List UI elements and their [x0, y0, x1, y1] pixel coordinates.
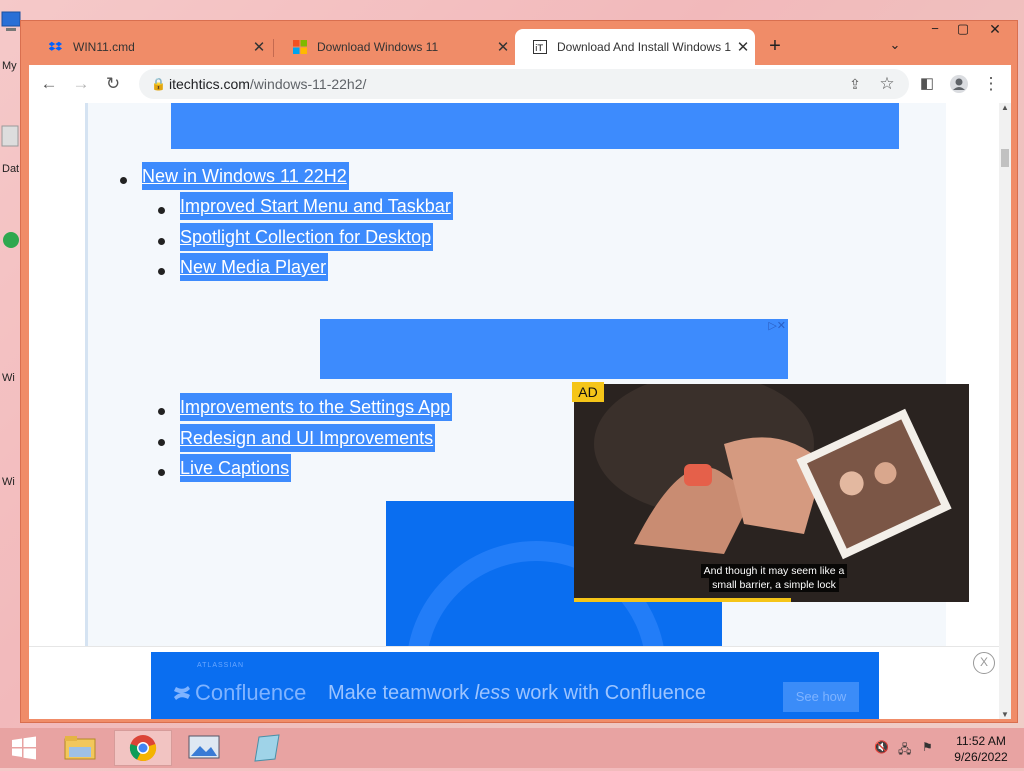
toc-link[interactable]: New in Windows 11 22H2 — [142, 162, 349, 190]
taskbar-chrome[interactable] — [114, 730, 172, 766]
ad-banner-top[interactable] — [171, 103, 899, 149]
bookmark-star-icon[interactable]: ☆ — [875, 72, 899, 96]
toc-link[interactable]: Improved Start Menu and Taskbar — [180, 192, 453, 220]
tab-title: Download And Install Windows 11 — [557, 40, 731, 54]
tab-strip: WIN11.cmd ✕ Download Windows 11 ✕ iT Dow… — [21, 21, 1017, 65]
itechtics-icon: iT — [533, 40, 547, 54]
tab-win11-cmd[interactable]: WIN11.cmd ✕ — [31, 29, 271, 65]
toc-link[interactable]: Redesign and UI Improvements — [180, 423, 436, 452]
folder-icon — [64, 736, 96, 760]
close-ad-button[interactable]: X — [973, 652, 995, 674]
back-arrow-icon[interactable]: ← — [37, 72, 61, 96]
toc-item[interactable]: New in Windows 11 22H2 — [120, 162, 349, 196]
new-tab-button[interactable]: + — [763, 35, 787, 57]
dropbox-icon — [48, 40, 63, 54]
video-ad-player[interactable]: And though it may seem like a small barri… — [574, 384, 969, 602]
url-text: itechtics.com/windows-11-22h2/ — [169, 76, 367, 92]
desktop-label: Wi — [2, 372, 15, 384]
desktop-label: My — [2, 60, 17, 72]
microsoft-icon — [293, 40, 307, 54]
browser-window: WIN11.cmd ✕ Download Windows 11 ✕ iT Dow… — [20, 20, 1018, 723]
confluence-icon — [174, 686, 190, 700]
reload-icon[interactable]: ↻ — [101, 72, 125, 96]
desktop-label: Dat — [2, 163, 20, 175]
toc-link[interactable]: Live Captions — [180, 454, 292, 482]
browser-toolbar: ← → ↻ 🔒 itechtics.com/windows-11-22h2/ ⇪… — [29, 65, 1011, 103]
confluence-ad[interactable]: ATLASSIAN Confluence Make teamwork less … — [151, 652, 879, 719]
forward-arrow-icon[interactable]: → — [69, 72, 93, 96]
toc-item[interactable]: Redesign and UI Improvements — [158, 423, 452, 458]
action-center-flag-icon[interactable]: ⚑ — [922, 740, 933, 754]
ad-small-text: ATLASSIAN — [197, 662, 244, 669]
tab-search-chevron-icon[interactable]: ⌄ — [883, 37, 907, 59]
ad-choices-icon[interactable]: ▷✕ — [768, 319, 786, 332]
start-button[interactable] — [2, 730, 46, 766]
ad-tagline: Make teamwork less work with Confluence — [328, 682, 706, 704]
tab-download-install-windows-11[interactable]: iT Download And Install Windows 11 ✕ — [515, 29, 755, 65]
clock-time: 11:52 AM — [956, 734, 1006, 748]
close-window-button[interactable]: ✕ — [977, 21, 1013, 43]
ad-banner-middle[interactable]: ▷✕ — [320, 319, 788, 379]
taskbar-photos[interactable] — [176, 730, 234, 766]
toc-link[interactable]: Improvements to the Settings App — [180, 393, 453, 421]
toc-link[interactable]: Spotlight Collection for Desktop — [180, 222, 434, 251]
minimize-button[interactable]: − — [921, 21, 949, 43]
system-clock[interactable]: 11:52 AM 9/26/2022 — [946, 733, 1016, 765]
video-progress-bar[interactable] — [574, 598, 792, 602]
notebook-icon — [254, 734, 280, 762]
chrome-icon — [129, 735, 157, 762]
scroll-thumb[interactable] — [1001, 149, 1009, 167]
tab-separator — [273, 39, 274, 57]
tab-download-windows-11[interactable]: Download Windows 11 ✕ — [275, 29, 515, 65]
taskbar: 🔇 🖧 ⚑ 11:52 AM 9/26/2022 — [0, 728, 1024, 768]
see-how-button[interactable]: See how — [783, 682, 859, 712]
toc-item[interactable]: Live Captions — [158, 454, 452, 488]
windows-logo-icon — [12, 736, 36, 760]
toc-sublist: Improved Start Menu and Taskbar Spotligh… — [158, 192, 453, 287]
toc-item[interactable]: Improvements to the Settings App — [158, 393, 453, 427]
confluence-logo: Confluence — [173, 680, 306, 706]
profile-avatar-icon[interactable] — [947, 72, 971, 96]
toc-item[interactable]: New Media Player — [158, 253, 453, 287]
network-icon[interactable]: 🖧 — [898, 740, 911, 761]
desktop-label: Wi — [2, 476, 15, 488]
close-tab-icon[interactable]: ✕ — [731, 38, 755, 56]
scroll-down-arrow-icon[interactable]: ▼ — [1001, 710, 1009, 719]
share-icon[interactable]: ⇪ — [843, 72, 867, 96]
tab-title: WIN11.cmd — [73, 40, 135, 54]
video-caption: And though it may seem like a small barri… — [694, 564, 854, 592]
close-tab-icon[interactable]: ✕ — [247, 38, 271, 56]
ad-label-badge: AD — [572, 382, 604, 402]
taskbar-file-explorer[interactable] — [52, 730, 110, 766]
address-bar[interactable]: 🔒 itechtics.com/windows-11-22h2/ — [139, 69, 909, 99]
lock-icon[interactable]: 🔒 — [151, 69, 166, 99]
picture-icon — [188, 735, 220, 759]
vertical-scrollbar[interactable]: ▲ ▼ — [999, 103, 1011, 719]
page-viewport: New in Windows 11 22H2 Improved Start Me… — [29, 103, 999, 719]
tab-title: Download Windows 11 — [317, 40, 439, 54]
toc-sublist: Improvements to the Settings App Redesig… — [158, 393, 453, 488]
volume-muted-icon[interactable]: 🔇 — [874, 740, 889, 754]
toc-item[interactable]: Spotlight Collection for Desktop — [158, 222, 453, 257]
menu-kebab-icon[interactable]: ⋮ — [979, 72, 1003, 96]
close-tab-icon[interactable]: ✕ — [491, 38, 515, 56]
clock-date: 9/26/2022 — [954, 750, 1008, 764]
table-of-contents: New in Windows 11 22H2 — [120, 162, 349, 196]
sticky-bottom-ad: ATLASSIAN Confluence Make teamwork less … — [29, 646, 999, 719]
scroll-up-arrow-icon[interactable]: ▲ — [1001, 103, 1009, 112]
taskbar-notebook[interactable] — [238, 730, 296, 766]
toc-item[interactable]: Improved Start Menu and Taskbar — [158, 192, 453, 226]
toc-link[interactable]: New Media Player — [180, 253, 329, 281]
maximize-button[interactable]: ▢ — [949, 21, 977, 43]
side-panel-icon[interactable]: ◧ — [915, 72, 939, 96]
svg-text:iT: iT — [535, 44, 544, 54]
